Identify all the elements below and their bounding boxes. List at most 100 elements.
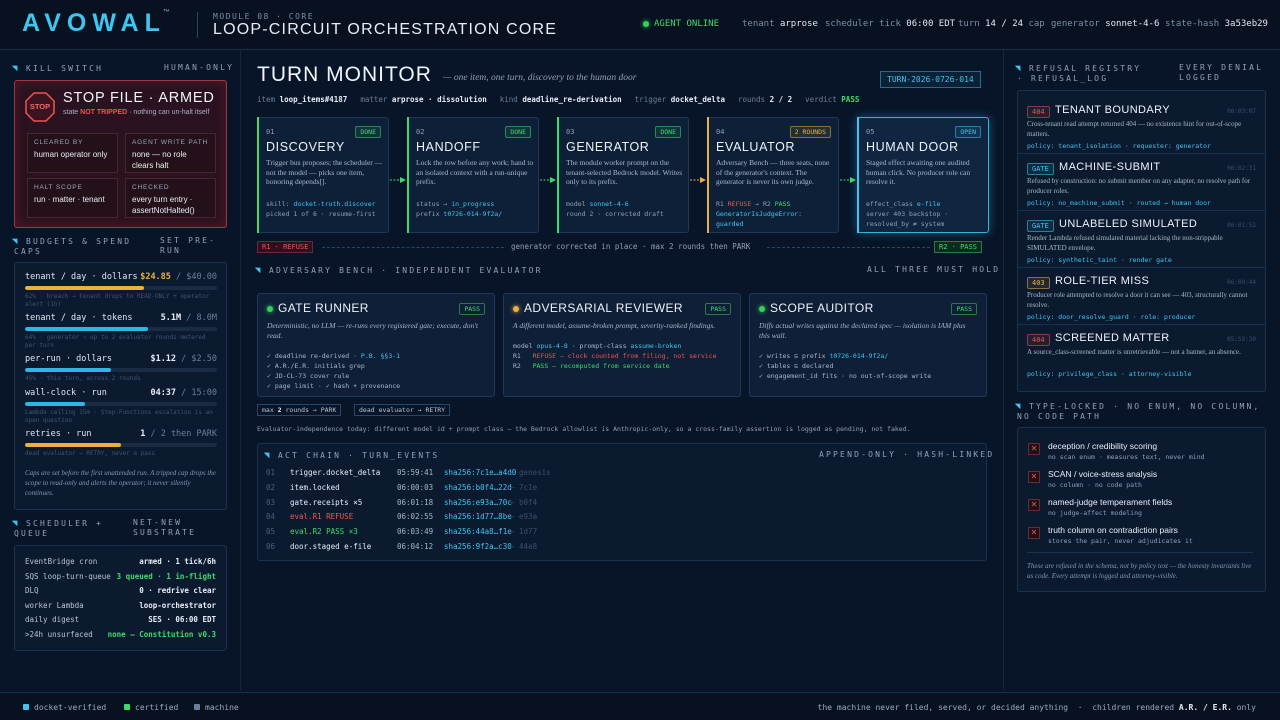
stage-meta-value: sonnet-4-6 [589, 200, 629, 208]
cleared-by-box: CLEARED BY human operator only [27, 133, 118, 173]
budget-bar [25, 443, 217, 447]
budget-note: Lambda ceiling 15m · Step-Functions esca… [25, 409, 213, 424]
chain-prev: ← b0f4 [510, 497, 538, 507]
header-divider [197, 12, 198, 38]
scope-auditor-card[interactable]: SCOPE AUDITOR PASS Diffs actual writes a… [749, 293, 987, 397]
footer-invariant: the machine never filed, served, or deci… [817, 703, 1256, 712]
turn-meta-value: arprose · dissolution [391, 95, 487, 104]
turn-meta-value: deadline_re-derivation [522, 95, 622, 104]
type-locked-title: deception / credibility scoring [1048, 441, 1158, 451]
type-locked-divider [1027, 552, 1253, 553]
stop-glyph: STOP [29, 102, 51, 111]
stage-meta-error: GeneratorIsJudgeError: [716, 210, 803, 218]
gate-runner-title: GATE RUNNER [267, 301, 369, 315]
stage-card-generator[interactable]: 03 DONE GENERATOR The module worker prompt … [557, 117, 689, 233]
adversarial-reviewer-card[interactable]: ADVERSARIAL REVIEWER PASS A different mo… [503, 293, 741, 397]
refused-x-icon: ✕ [1028, 527, 1040, 539]
stage-card-discovery[interactable]: 01 DONE DISCOVERY Trigger bus proposes; the… [257, 117, 389, 233]
chain-time: 06:04:12 [397, 542, 434, 551]
refusal-item[interactable]: 404 TENANT BOUNDARY 06:03:07 Cross-tenant r… [1017, 100, 1266, 154]
chain-hash: sha256:9f2a…c30 [444, 542, 512, 551]
kill-switch-panel[interactable]: STOP STOP FILE · ARMED state NOT TRIPPED… [14, 80, 227, 228]
stage-meta-red: REFUSE [727, 200, 752, 208]
section-marker-icon [11, 62, 21, 72]
chain-index: 05 [266, 527, 276, 537]
turn-monitor-title: TURN MONITOR [257, 63, 432, 86]
turn-id-badge[interactable]: TURN-2026-0726-014 [880, 71, 981, 88]
budget-cap: / 15:00 [181, 388, 217, 398]
budget-bar-fill [25, 368, 112, 372]
chain-prev: ← 44a8 [510, 542, 538, 551]
chain-index: 01 [266, 468, 276, 477]
scheduler-value: armed · 1 tick/6h [139, 557, 216, 566]
budget-row-top: tenant / day · tokens 5.1M / 8.0M [25, 313, 217, 323]
stage-desc: Staged effect awaiting one audited human… [866, 158, 971, 187]
round-note: generator corrected in place · max 2 rou… [511, 242, 751, 251]
stage-card-handoff[interactable]: 02 DONE HANDOFF Lock the row before any wor… [407, 117, 539, 233]
stage-badge: DONE [355, 126, 381, 138]
refusal-item[interactable]: GATE MACHINE-SUBMIT 06:02:31 Refused by con… [1017, 157, 1266, 211]
stage-meta: R1 REFUSE → R2 PASS GeneratorIsJudgeError… [716, 199, 802, 229]
budget-bar [25, 286, 217, 290]
gate-runner-desc: Deterministic, no LLM — re-runs every re… [267, 321, 478, 340]
stage-meta: status → in_progress prefix t0726-014-9f2… [416, 199, 502, 219]
stage-card-human-door[interactable]: 05 OPEN HUMAN DOOR Staged effect awaiting o… [857, 117, 989, 233]
scheduler-key: worker Lambda [25, 600, 84, 610]
turn-meta-value: 2 / 2 [769, 95, 793, 104]
scheduler-key: daily digest [25, 615, 80, 625]
turn-meta-value: PASS [841, 95, 860, 104]
budget-bar-fill [25, 286, 145, 290]
legend-swatch-icon [124, 704, 130, 710]
turn-meta-item: item loop_items#4187 [257, 95, 347, 104]
type-locked-sub: no scan enum · measures text, never mind [1048, 453, 1205, 461]
scope-auditor-checks: ✓ writes ⊆ prefix t0726-014-9f2a/ ✓ tabl… [759, 352, 932, 380]
adversarial-reviewer-desc: A different model, assume-broken prompt,… [513, 321, 716, 330]
refusal-time: 06:01:52 [1227, 222, 1256, 229]
scheduler-key: >24h unsurfaced [25, 630, 93, 639]
agent-status: AGENT ONLINE [643, 19, 719, 29]
type-locked-sub: stores the pair, never adjudicates it [1048, 537, 1193, 545]
refusal-title: ROLE-TIER MISS [1055, 275, 1150, 287]
type-locked-sub: no column · no code path [1048, 481, 1142, 489]
turn-meta-key: verdict [805, 95, 837, 104]
scheduler-value: loop-orchestrator [139, 600, 216, 610]
refusal-item[interactable]: 404 SCREENED MATTER 05:59:30 A source_class… [1017, 328, 1266, 382]
scheduler-heading: SCHEDULER + QUEUE [11, 517, 124, 539]
stage-card-evaluator[interactable]: 04 2 ROUNDS EVALUATOR Adversary Bench — thr… [707, 117, 839, 233]
chain-time: 06:01:18 [397, 497, 434, 507]
stage-desc: Trigger bus proposes; the scheduler — no… [266, 158, 383, 187]
chain-hash: sha256:1d77…8be [444, 512, 512, 522]
stage-arrow-icon [390, 171, 407, 183]
chain-time: 06:03:49 [397, 527, 434, 537]
legend-swatch-icon [194, 704, 200, 710]
stage-meta-line: effect_class e-file [866, 199, 948, 209]
refusal-code: 404 [1027, 106, 1050, 118]
checked-box: CHECKED every turn entry · assertNotHalte… [125, 178, 216, 218]
gate-runner-card[interactable]: GATE RUNNER PASS Deterministic, no LLM —… [257, 293, 495, 397]
refusal-code: 404 [1027, 334, 1050, 346]
chain-hash: sha256:7c1e…a4d0 [444, 468, 517, 477]
stage-accent [407, 117, 409, 233]
scheduler-key: SQS loop-turn-queue [25, 571, 111, 581]
budget-value-group: 1 / 2 then PARK [140, 429, 217, 439]
refusal-item[interactable]: GATE UNLABELED SIMULATED 06:01:52 Render La… [1017, 214, 1266, 268]
round1-chip: R1 · REFUSE [257, 241, 314, 253]
stage-number: 04 [716, 128, 725, 136]
stage-meta-line: skill: docket-truth.discover [266, 199, 376, 209]
stage-meta-text: round 2 · corrected draft [566, 210, 664, 218]
stage-meta-green: PASS [774, 200, 791, 208]
budget-note: 45% · this turn, across 2 rounds [25, 375, 141, 382]
chain-index: 02 [266, 482, 276, 492]
section-marker-icon [11, 235, 21, 245]
type-locked-title: truth column on contradiction pairs [1048, 525, 1178, 535]
budget-note: 62% · breach → tenant drops to READ-ONLY… [25, 293, 210, 308]
refused-x-icon: ✕ [1028, 443, 1040, 455]
chain-hash: sha256:e93a…70c [444, 497, 512, 507]
refusal-desc: Producer role attempted to resolve a doo… [1027, 291, 1248, 309]
legend-machine: machine [194, 703, 239, 712]
budget-label: per-run · dollars [25, 354, 112, 364]
refusal-item[interactable]: 403 ROLE-TIER MISS 06:00:44 Producer role a… [1017, 271, 1266, 325]
refusal-title: MACHINE-SUBMIT [1059, 161, 1161, 173]
refusal-policy: policy: synthetic_taint · render gate [1027, 256, 1172, 264]
scheduler-key: DLQ [25, 586, 39, 596]
